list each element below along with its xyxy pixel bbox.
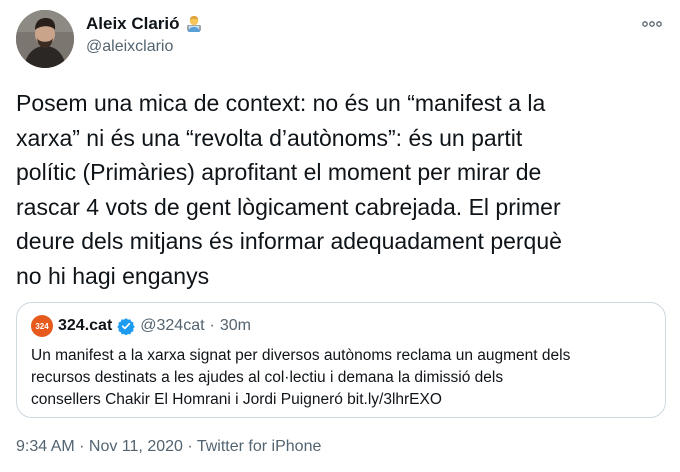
- quoted-tweet-header: 324 324.cat @324cat · 30m: [31, 315, 251, 337]
- avatar-photo: [16, 10, 74, 68]
- more-options-icon[interactable]: [640, 14, 664, 34]
- tweet-metadata: 9:34 AM · Nov 11, 2020 · Twitter for iPh…: [16, 438, 321, 456]
- verified-badge-icon: [117, 317, 135, 336]
- author-handle[interactable]: @aleixclario: [86, 38, 173, 56]
- tweet-text: Posem una mica de context: no és un “man…: [16, 90, 562, 289]
- quoted-author-avatar[interactable]: 324: [31, 315, 53, 337]
- technologist-emoji-icon: [184, 14, 204, 34]
- quoted-timestamp[interactable]: 30m: [220, 317, 251, 335]
- metadata-separator: ·: [182, 438, 197, 455]
- tweet-source[interactable]: Twitter for iPhone: [197, 438, 322, 455]
- author-display-name[interactable]: Aleix Clarió: [86, 14, 180, 34]
- tweet-date[interactable]: Nov 11, 2020: [89, 438, 183, 455]
- quoted-author-handle[interactable]: @324cat: [140, 317, 204, 335]
- metadata-separator: ·: [74, 438, 89, 455]
- quoted-author-name[interactable]: 324.cat: [58, 317, 112, 335]
- avatar[interactable]: [16, 10, 74, 68]
- quoted-tweet-card[interactable]: 324 324.cat @324cat · 30m Un manifest a …: [16, 302, 666, 418]
- quoted-tweet-text: Un manifest a la xarxa signat per divers…: [31, 347, 571, 408]
- tweet-time[interactable]: 9:34 AM: [16, 438, 75, 455]
- quoted-separator-dot: ·: [209, 317, 215, 334]
- author-name-row: Aleix Clarió: [86, 14, 204, 34]
